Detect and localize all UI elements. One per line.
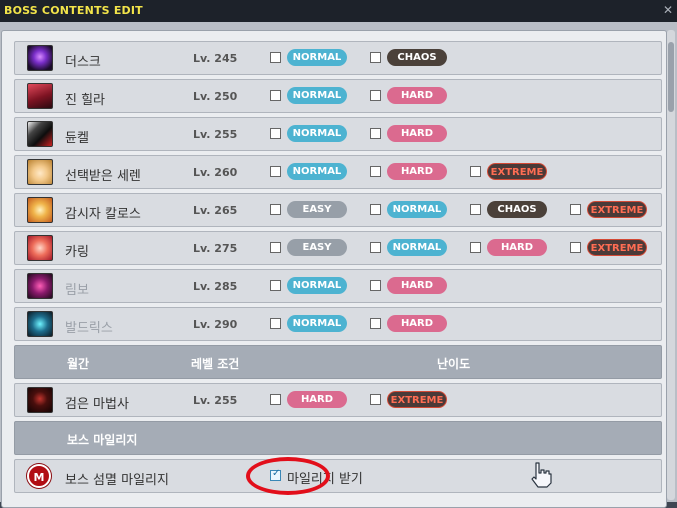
difficulty-checkbox[interactable] [470, 166, 481, 177]
difficulty-checkbox[interactable] [370, 166, 381, 177]
difficulty-checkbox[interactable] [270, 166, 281, 177]
difficulty-checkbox[interactable] [570, 204, 581, 215]
difficulty-badge-easy: EASY [287, 239, 347, 256]
boss-level: Lv. 285 [193, 280, 238, 293]
verus-hilla-icon [27, 83, 53, 109]
boss-name: 카링 [65, 245, 89, 260]
mileage-icon: M [27, 464, 51, 488]
difficulty-badge-extreme: EXTREME [587, 239, 647, 256]
mileage-row: M 보스 섬멸 마일리지 마일리지 받기 [14, 459, 662, 493]
header-difficulty: 난이도 [437, 357, 471, 371]
difficulty-badge-normal: NORMAL [287, 163, 347, 180]
hand-cursor-icon [531, 462, 552, 488]
difficulty-badge-normal: NORMAL [287, 87, 347, 104]
scrollbar[interactable] [667, 30, 675, 500]
darknell-icon [27, 121, 53, 147]
boss-row-kaling: 카링 Lv. 275 EASY NORMAL HARD EXTREME [14, 231, 662, 265]
difficulty-checkbox[interactable] [270, 280, 281, 291]
difficulty-checkbox[interactable] [370, 90, 381, 101]
difficulty-checkbox[interactable] [470, 242, 481, 253]
difficulty-checkbox[interactable] [370, 242, 381, 253]
difficulty-checkbox[interactable] [270, 90, 281, 101]
seren-icon [27, 159, 53, 185]
difficulty-badge-hard: HARD [287, 391, 347, 408]
boss-level: Lv. 290 [193, 318, 238, 331]
boss-name: 검은 마법사 [65, 397, 129, 412]
difficulty-badge-normal: NORMAL [387, 239, 447, 256]
boss-name: 선택받은 세렌 [65, 169, 141, 184]
difficulty-badge-extreme: EXTREME [587, 201, 647, 218]
difficulty-badge-extreme: EXTREME [487, 163, 547, 180]
scrollbar-thumb[interactable] [668, 42, 674, 112]
boss-level: Lv. 245 [193, 52, 238, 65]
difficulty-checkbox[interactable] [270, 394, 281, 405]
difficulty-checkbox[interactable] [370, 128, 381, 139]
boss-level: Lv. 275 [193, 242, 238, 255]
mileage-section-header: 보스 마일리지 [14, 421, 662, 455]
boss-name: 림보 [65, 283, 89, 298]
boss-row-baldrix: 발드릭스 Lv. 290 NORMAL HARD [14, 307, 662, 341]
difficulty-checkbox[interactable] [370, 394, 381, 405]
header-boss-mileage: 보스 마일리지 [67, 433, 138, 447]
difficulty-checkbox[interactable] [270, 204, 281, 215]
highlight-circle [246, 457, 330, 495]
difficulty-checkbox[interactable] [270, 128, 281, 139]
boss-row-kalos: 감시자 칼로스 Lv. 265 EASY NORMAL CHAOS EXTREM… [14, 193, 662, 227]
boss-level: Lv. 250 [193, 90, 238, 103]
difficulty-badge-normal: NORMAL [287, 125, 347, 142]
difficulty-checkbox[interactable] [370, 52, 381, 63]
monthly-section-header: 월간 레벨 조건 난이도 [14, 345, 662, 379]
difficulty-checkbox[interactable] [270, 52, 281, 63]
boss-name: 진 힐라 [65, 93, 106, 108]
difficulty-checkbox[interactable] [370, 204, 381, 215]
boss-name: 감시자 칼로스 [65, 207, 141, 222]
difficulty-badge-normal: NORMAL [287, 315, 347, 332]
difficulty-badge-hard: HARD [387, 87, 447, 104]
difficulty-badge-easy: EASY [287, 201, 347, 218]
boss-row-darknell: 듄켈 Lv. 255 NORMAL HARD [14, 117, 662, 151]
difficulty-badge-chaos: CHAOS [387, 49, 447, 66]
difficulty-checkbox[interactable] [470, 204, 481, 215]
boss-row-verus-hilla: 진 힐라 Lv. 250 NORMAL HARD [14, 79, 662, 113]
kalos-icon [27, 197, 53, 223]
boss-level: Lv. 255 [193, 128, 238, 141]
black-mage-icon [27, 387, 53, 413]
difficulty-badge-chaos: CHAOS [487, 201, 547, 218]
boss-name: 더스크 [65, 55, 101, 70]
header-level-requirement: 레벨 조건 [191, 357, 240, 371]
difficulty-badge-hard: HARD [487, 239, 547, 256]
difficulty-badge-normal: NORMAL [387, 201, 447, 218]
difficulty-checkbox[interactable] [270, 242, 281, 253]
difficulty-checkbox[interactable] [270, 318, 281, 329]
header-monthly: 월간 [67, 357, 90, 371]
difficulty-badge-extreme: EXTREME [387, 391, 447, 408]
window-title: BOSS CONTENTS EDIT [4, 4, 143, 17]
boss-level: Lv. 260 [193, 166, 238, 179]
boss-row-limbo: 림보 Lv. 285 NORMAL HARD [14, 269, 662, 303]
limbo-icon [27, 273, 53, 299]
difficulty-badge-hard: HARD [387, 125, 447, 142]
close-icon[interactable]: ✕ [663, 3, 673, 17]
boss-level: Lv. 255 [193, 394, 238, 407]
difficulty-badge-normal: NORMAL [287, 49, 347, 66]
kaling-icon [27, 235, 53, 261]
baldrix-icon [27, 311, 53, 337]
difficulty-checkbox[interactable] [370, 280, 381, 291]
boss-name: 듄켈 [65, 131, 89, 146]
difficulty-badge-hard: HARD [387, 163, 447, 180]
mileage-name: 보스 섬멸 마일리지 [65, 473, 169, 488]
difficulty-checkbox[interactable] [370, 318, 381, 329]
difficulty-badge-normal: NORMAL [287, 277, 347, 294]
title-bar: BOSS CONTENTS EDIT ✕ [0, 0, 677, 23]
dusk-icon [27, 45, 53, 71]
boss-level: Lv. 265 [193, 204, 238, 217]
difficulty-checkbox[interactable] [570, 242, 581, 253]
difficulty-badge-hard: HARD [387, 315, 447, 332]
boss-row-dusk: 더스크 Lv. 245 NORMAL CHAOS [14, 41, 662, 75]
boss-row-seren: 선택받은 세렌 Lv. 260 NORMAL HARD EXTREME [14, 155, 662, 189]
boss-row-black-mage: 검은 마법사 Lv. 255 HARD EXTREME [14, 383, 662, 417]
boss-name: 발드릭스 [65, 321, 113, 336]
difficulty-badge-hard: HARD [387, 277, 447, 294]
